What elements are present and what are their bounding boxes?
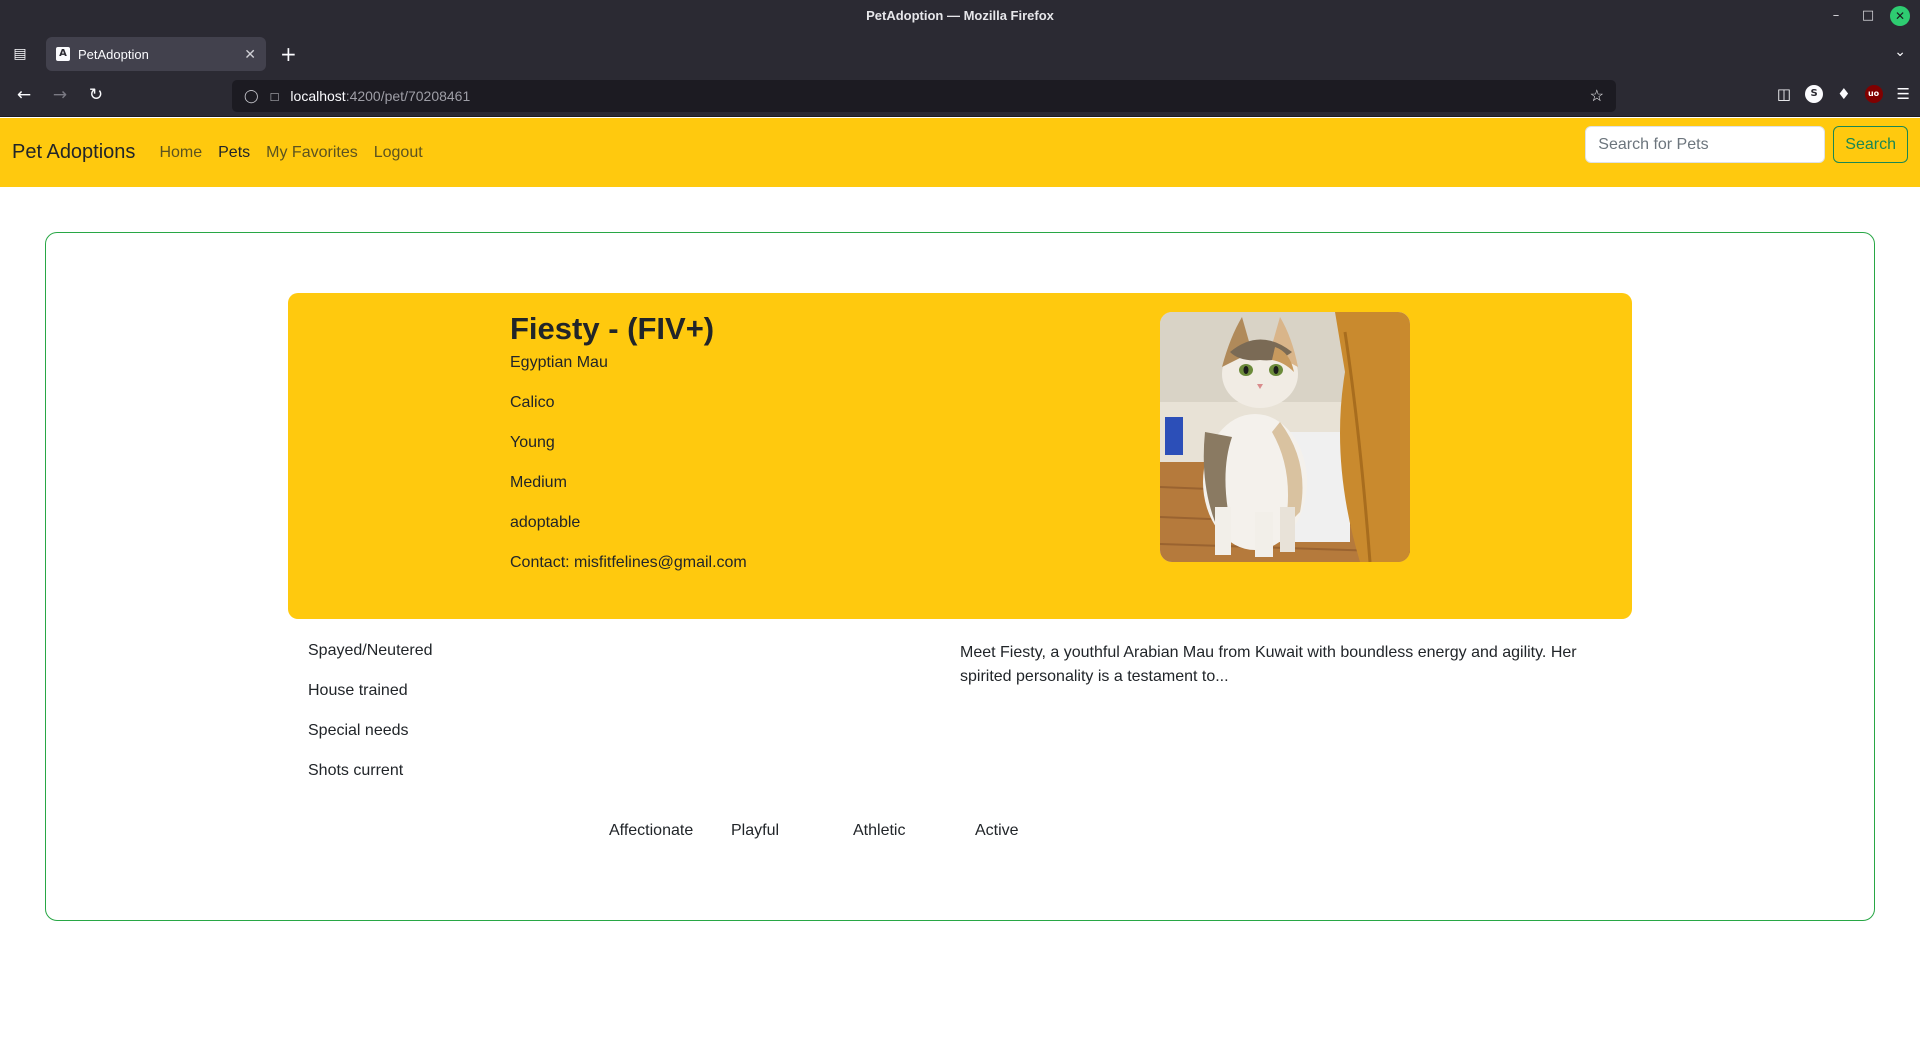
tab-close-icon[interactable]: ✕ <box>244 46 256 63</box>
extensions-puzzle-icon[interactable]: ♦ <box>1837 85 1850 103</box>
forward-arrow-icon[interactable]: → <box>48 85 72 105</box>
toolbar-icons: ◫ S ♦ uo ☰ <box>1777 85 1910 103</box>
tab-title: PetAdoption <box>78 46 149 62</box>
tab-list-chevron-icon[interactable]: ⌄ <box>1894 44 1906 60</box>
bookmark-star-icon[interactable]: ☆ <box>1590 86 1604 106</box>
maximize-icon[interactable]: □ <box>1858 6 1878 26</box>
page-info-icon[interactable]: □ <box>271 89 279 104</box>
app-navbar: Pet Adoptions Home Pets My Favorites Log… <box>0 118 1920 187</box>
extension-s-icon[interactable]: S <box>1805 85 1824 103</box>
window-title: PetAdoption — Mozilla Firefox <box>866 8 1054 23</box>
pet-tags: Affectionate Playful Athletic Active <box>609 822 1097 840</box>
search-input[interactable] <box>1585 126 1826 163</box>
attribute-item: Shots current <box>308 762 404 779</box>
cat-photo-illustration <box>1160 312 1410 562</box>
search-button[interactable]: Search <box>1833 126 1908 163</box>
url-host: localhost <box>290 88 346 104</box>
pet-status: adoptable <box>510 514 581 531</box>
attribute-item: House trained <box>308 682 408 699</box>
pet-photo <box>1160 312 1410 562</box>
pet-size: Medium <box>510 474 567 491</box>
nav-link-home[interactable]: Home <box>159 144 202 162</box>
url-bar[interactable]: ◯ □ localhost:4200/pet/70208461 ☆ <box>232 80 1616 112</box>
reload-icon[interactable]: ↻ <box>84 85 108 105</box>
pocket-icon[interactable]: ◫ <box>1777 85 1791 103</box>
pet-contact: Contact: misfitfelines@gmail.com <box>510 554 747 571</box>
brand-link[interactable]: Pet Adoptions <box>12 141 135 164</box>
pet-color: Calico <box>510 394 555 411</box>
pet-hero-panel: Fiesty - (FIV+) Egyptian Mau Calico Youn… <box>288 293 1632 619</box>
ublock-icon[interactable]: uo <box>1864 85 1883 103</box>
pet-description: Meet Fiesty, a youthful Arabian Mau from… <box>960 644 1577 685</box>
minimize-icon[interactable]: – <box>1826 6 1846 26</box>
pet-info: Fiesty - (FIV+) Egyptian Mau Calico Youn… <box>510 311 747 593</box>
tab-bar: ▤ A PetAdoption ✕ + ⌄ <box>0 32 1920 76</box>
browser-tab[interactable]: A PetAdoption ✕ <box>46 37 266 71</box>
angular-favicon-icon: A <box>56 47 70 61</box>
tag-item: Active <box>975 822 1019 839</box>
search-form: Search <box>1585 126 1908 163</box>
back-arrow-icon[interactable]: ← <box>12 85 36 105</box>
pet-detail-card: Fiesty - (FIV+) Egyptian Mau Calico Youn… <box>45 232 1875 921</box>
pet-age: Young <box>510 434 555 451</box>
url-path: :4200/pet/70208461 <box>345 88 471 104</box>
browser-toolbar: ← → ↻ ◯ □ localhost:4200/pet/70208461 ☆ … <box>0 76 1920 117</box>
tag-item: Affectionate <box>609 822 694 839</box>
app-menu-icon[interactable]: ☰ <box>1897 85 1910 103</box>
shield-icon[interactable]: ◯ <box>244 88 259 104</box>
attribute-item: Special needs <box>308 722 409 739</box>
close-window-icon[interactable]: ✕ <box>1890 6 1910 26</box>
nav-link-my-favorites[interactable]: My Favorites <box>266 144 358 162</box>
pet-attributes: Spayed/Neutered House trained Special ne… <box>308 641 433 801</box>
tag-item: Playful <box>731 822 780 839</box>
window-controls: – □ ✕ <box>1826 6 1910 26</box>
pet-breed: Egyptian Mau <box>510 354 608 371</box>
attribute-item: Spayed/Neutered <box>308 642 433 659</box>
nav-link-logout[interactable]: Logout <box>374 144 423 162</box>
new-tab-icon[interactable]: + <box>280 42 297 66</box>
window-titlebar: PetAdoption — Mozilla Firefox – □ ✕ <box>0 0 1920 32</box>
nav-link-pets[interactable]: Pets <box>218 144 250 162</box>
tag-item: Athletic <box>853 822 906 839</box>
pet-name: Fiesty - (FIV+) <box>510 311 715 346</box>
firefox-view-icon[interactable]: ▤ <box>10 44 30 64</box>
